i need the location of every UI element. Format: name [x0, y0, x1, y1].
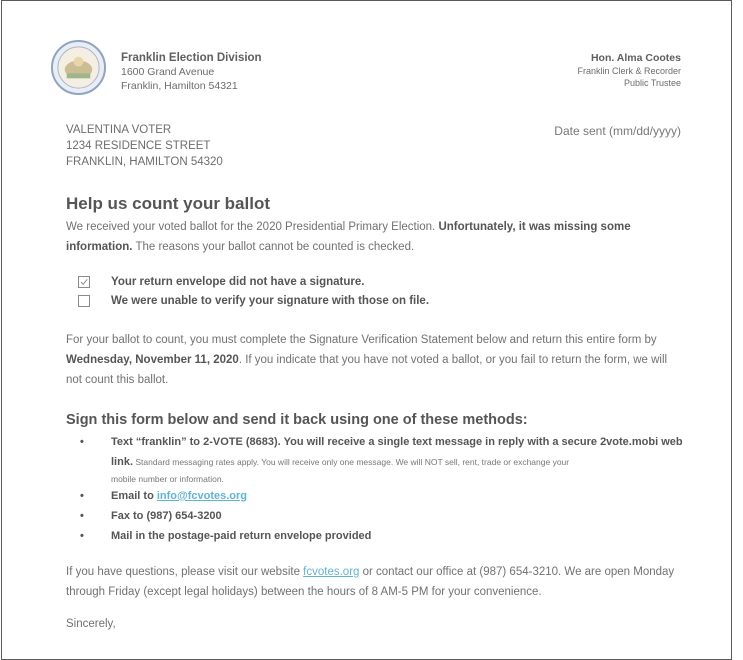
letter-title: Help us count your ballot: [66, 194, 271, 213]
intro-text: We received your voted ballot for the 20…: [66, 221, 439, 233]
recipient-address: VALENTINA VOTER 1234 RESIDENCE STREET FR…: [66, 122, 223, 170]
method-text: • Text “franklin” to 2-VOTE (8683). You …: [66, 432, 706, 486]
county-seal-icon: [51, 40, 106, 95]
recipient-line1: VALENTINA VOTER: [66, 124, 172, 136]
recipient-line3: FRANKLIN, HAMILTON 54320: [66, 156, 223, 168]
official-name: Hon. Alma Cootes: [590, 52, 681, 64]
reason-no-signature: Your return envelope did not have a sign…: [78, 272, 429, 291]
email-link[interactable]: info@fcvotes.org: [157, 490, 247, 502]
method-text-note-end: mobile number or information.: [111, 474, 224, 484]
questions-text: If you have questions, please visit our …: [66, 566, 304, 578]
official-title1: Franklin Clerk & Recorder: [577, 66, 681, 76]
return-methods-list: • Text “franklin” to 2-VOTE (8683). You …: [66, 432, 706, 546]
method-mail-label: Mail in the postage-paid return envelope…: [111, 530, 372, 542]
method-text-note: Standard messaging rates apply. You will…: [133, 457, 570, 467]
website-link[interactable]: fcvotes.org: [303, 566, 359, 578]
method-fax: • Fax to (987) 654-3200: [66, 506, 706, 526]
questions-paragraph: If you have questions, please visit our …: [66, 562, 686, 602]
intro-paragraph: We received your voted ballot for the 20…: [66, 217, 686, 257]
checkbox-checked[interactable]: [78, 275, 90, 288]
bullet: •: [80, 490, 84, 502]
methods-heading: Sign this form below and send it back us…: [66, 412, 528, 428]
bullet: •: [80, 530, 84, 542]
reason-label: Your return envelope did not have a sign…: [111, 275, 365, 288]
bullet: •: [80, 436, 84, 448]
sender-block: Franklin Election Division 1600 Grand Av…: [121, 51, 262, 93]
method-email: • Email to info@fcvotes.org: [66, 486, 706, 506]
org-address-line2: Franklin, Hamilton 54321: [121, 80, 238, 92]
official-block: Hon. Alma Cootes Franklin Clerk & Record…: [577, 51, 681, 89]
reason-label: We were unable to verify your signature …: [111, 294, 430, 307]
official-title2: Public Trustee: [623, 78, 681, 88]
closing: Sincerely,: [66, 618, 116, 630]
intro-text-end: The reasons your ballot cannot be counte…: [132, 241, 415, 253]
org-address-line1: 1600 Grand Avenue: [121, 66, 215, 78]
recipient-line2: 1234 RESIDENCE STREET: [66, 140, 211, 152]
method-fax-label: Fax to (987) 654-3200: [111, 510, 222, 522]
bullet: •: [80, 510, 84, 522]
instructions-paragraph: For your ballot to count, you must compl…: [66, 330, 686, 390]
deadline-date: Wednesday, November 11, 2020: [66, 354, 239, 366]
method-mail: • Mail in the postage-paid return envelo…: [66, 526, 706, 546]
checkbox-unchecked[interactable]: [78, 294, 90, 307]
reason-signature-mismatch: We were unable to verify your signature …: [78, 291, 429, 310]
method-email-label: Email to: [111, 490, 157, 502]
letter-page: Franklin Election Division 1600 Grand Av…: [1, 0, 732, 660]
checkmark-icon: [80, 278, 88, 285]
reason-checklist: Your return envelope did not have a sign…: [78, 272, 429, 310]
instructions-text: For your ballot to count, you must compl…: [66, 334, 657, 346]
org-name: Franklin Election Division: [121, 52, 262, 64]
date-sent-label: Date sent (mm/dd/yyyy): [554, 124, 681, 138]
